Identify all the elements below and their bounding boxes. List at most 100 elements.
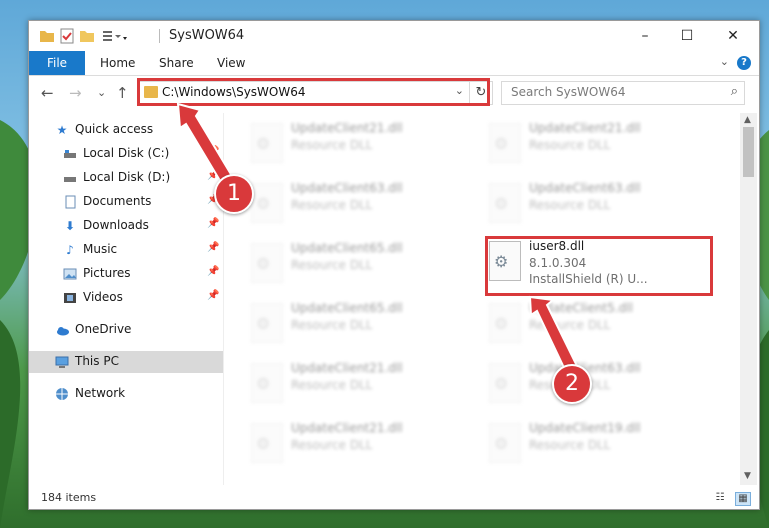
properties-icon[interactable] [59, 28, 75, 44]
scroll-up-icon[interactable]: ▲ [744, 115, 751, 125]
file-type: Resource DLL [529, 438, 611, 452]
file-type: Resource DLL [529, 318, 611, 332]
recent-locations-button[interactable]: ⌄ [97, 86, 106, 99]
sidebar-item-local-disk-d[interactable]: Local Disk (D:) 📌 [29, 167, 223, 189]
tab-view[interactable]: View [217, 51, 245, 75]
sidebar-item-onedrive[interactable]: OneDrive [29, 319, 223, 341]
pin-icon[interactable]: 📌 [207, 290, 219, 301]
scroll-thumb[interactable] [743, 127, 754, 177]
window-title: SysWOW64 [169, 28, 245, 43]
up-button[interactable]: ↑ [116, 84, 129, 102]
pictures-icon [63, 267, 77, 281]
sidebar-item-videos[interactable]: Videos 📌 [29, 287, 223, 309]
documents-icon [63, 195, 77, 209]
status-bar: 184 items ☷ ▦ [29, 487, 759, 509]
back-button[interactable]: ← [41, 84, 54, 102]
pin-icon[interactable]: 📌 [207, 266, 219, 277]
sidebar-item-music[interactable]: ♪ Music 📌 [29, 239, 223, 261]
file-highlight-box [485, 236, 713, 296]
sidebar-item-label: Network [75, 386, 126, 400]
sidebar-item-label: Local Disk (C:) [83, 146, 170, 160]
expand-ribbon-icon[interactable]: ⌄ [720, 55, 729, 68]
dll-file-icon: ⚙ [251, 423, 283, 463]
file-item[interactable]: ⚙ UpdateClient63.dll Resource DLL [245, 179, 475, 229]
ribbon-tabs: File Home Share View ⌄ ? [29, 51, 759, 76]
step-1-badge: 1 [214, 174, 254, 214]
pin-icon[interactable]: 📌 [207, 170, 219, 181]
file-item[interactable]: ⚙ UpdateClient5.dll Resource DLL [483, 299, 713, 349]
file-item[interactable]: ⚙ UpdateClient21.dll Resource DLL [245, 419, 475, 469]
sidebar-item-label: Music [83, 242, 118, 256]
file-list: ⚙ UpdateClient21.dll Resource DLL ⚙ Upda… [225, 113, 739, 485]
file-item[interactable]: ⚙ UpdateClient65.dll Resource DLL [245, 299, 475, 349]
step-2-badge: 2 [552, 364, 592, 404]
new-folder-icon[interactable] [79, 28, 95, 44]
tab-home[interactable]: Home [100, 51, 135, 75]
file-name: UpdateClient63.dll [291, 181, 403, 195]
folder-icon [39, 28, 55, 44]
search-placeholder: Search SysWOW64 [511, 85, 626, 99]
address-highlight-box [137, 78, 490, 106]
dll-file-icon: ⚙ [251, 363, 283, 403]
sidebar-item-pictures[interactable]: Pictures 📌 [29, 263, 223, 285]
sidebar-item-quick-access[interactable]: ★ Quick access [29, 119, 223, 141]
customize-toolbar-icon[interactable] [101, 28, 129, 44]
pin-icon[interactable]: 📌 [207, 218, 219, 229]
forward-button[interactable]: → [69, 84, 82, 102]
file-item[interactable]: ⚙ UpdateClient63.dll Resource DLL [483, 359, 713, 409]
file-type: Resource DLL [291, 138, 373, 152]
close-button[interactable]: ✕ [713, 21, 753, 51]
sidebar-item-downloads[interactable]: ⬇ Downloads 📌 [29, 215, 223, 237]
file-name: UpdateClient5.dll [529, 301, 633, 315]
search-input[interactable]: Search SysWOW64 ⌕ [501, 81, 745, 105]
pin-icon[interactable]: 📌 [207, 146, 219, 157]
minimize-button[interactable]: – [625, 21, 665, 51]
file-type: Resource DLL [529, 138, 611, 152]
star-icon: ★ [56, 123, 68, 137]
file-item[interactable]: ⚙ UpdateClient65.dll Resource DLL [245, 239, 475, 289]
sidebar-item-label: OneDrive [75, 322, 132, 336]
file-item[interactable]: ⚙ UpdateClient21.dll Resource DLL [245, 359, 475, 409]
file-type: Resource DLL [529, 198, 611, 212]
file-item[interactable]: ⚙ UpdateClient63.dll Resource DLL [483, 179, 713, 229]
file-item[interactable]: ⚙ UpdateClient21.dll Resource DLL [245, 119, 475, 169]
large-icons-view-icon[interactable]: ▦ [735, 492, 751, 506]
dll-file-icon: ⚙ [489, 303, 521, 343]
sidebar-item-label: Videos [83, 290, 123, 304]
navigation-pane: ★ Quick access Local Disk (C:) 📌 Local D… [29, 113, 224, 485]
file-name: UpdateClient19.dll [529, 421, 641, 435]
sidebar-item-this-pc[interactable]: This PC [29, 351, 223, 373]
videos-icon [63, 291, 77, 305]
sidebar-item-label: Local Disk (D:) [83, 170, 171, 184]
title-bar: SysWOW64 – ☐ ✕ [29, 21, 759, 51]
sidebar-item-network[interactable]: Network [29, 383, 223, 405]
scroll-down-icon[interactable]: ▼ [744, 471, 751, 481]
sidebar-item-label: Pictures [83, 266, 131, 280]
dll-file-icon: ⚙ [251, 183, 283, 223]
file-type: Resource DLL [291, 318, 373, 332]
sidebar-item-documents[interactable]: Documents 📌 [29, 191, 223, 213]
music-icon: ♪ [66, 243, 74, 257]
file-name: UpdateClient21.dll [529, 121, 641, 135]
pin-icon[interactable]: 📌 [207, 242, 219, 253]
dll-file-icon: ⚙ [489, 123, 521, 163]
file-type: Resource DLL [291, 378, 373, 392]
tab-share[interactable]: Share [159, 51, 194, 75]
sidebar-item-label: Quick access [75, 122, 154, 136]
details-view-icon[interactable]: ☷ [713, 492, 727, 504]
search-icon[interactable]: ⌕ [731, 84, 738, 99]
drive-icon [63, 171, 77, 185]
sidebar-item-local-disk-c[interactable]: Local Disk (C:) 📌 [29, 143, 223, 165]
file-name: UpdateClient21.dll [291, 361, 403, 375]
tab-file[interactable]: File [29, 51, 85, 75]
maximize-button[interactable]: ☐ [667, 21, 707, 51]
file-type: Resource DLL [291, 438, 373, 452]
help-icon[interactable]: ? [737, 56, 751, 70]
dll-file-icon: ⚙ [489, 363, 521, 403]
file-item[interactable]: ⚙ UpdateClient21.dll Resource DLL [483, 119, 713, 169]
drive-icon [63, 147, 77, 161]
file-item[interactable]: ⚙ UpdateClient19.dll Resource DLL [483, 419, 713, 469]
file-name: UpdateClient65.dll [291, 241, 403, 255]
file-type: Resource DLL [291, 198, 373, 212]
vertical-scrollbar[interactable]: ▲ ▼ [740, 113, 757, 485]
